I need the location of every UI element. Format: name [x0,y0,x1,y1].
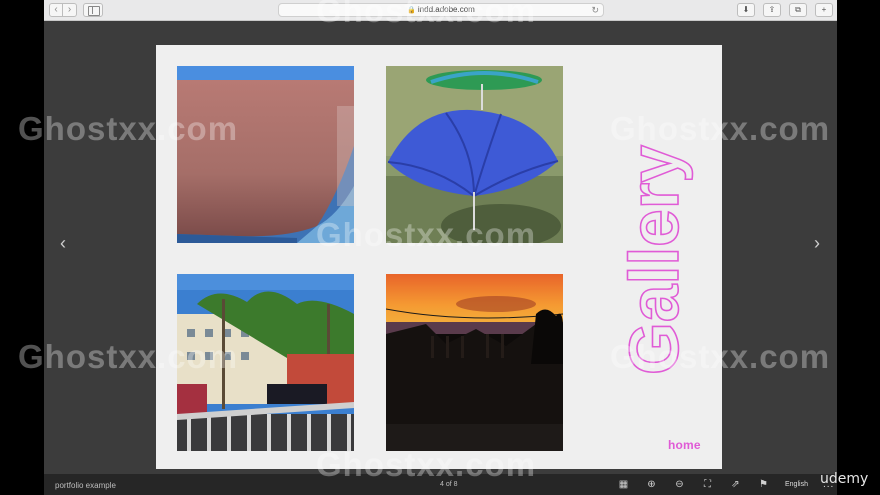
fullscreen-icon[interactable]: ⛶ [701,478,714,491]
language-selector[interactable]: English [785,481,808,488]
umbrellas-photo [386,66,563,243]
udemy-logo: udemy [820,471,869,487]
home-link[interactable]: home [668,438,701,452]
drink-photo [177,66,354,243]
share-icon[interactable]: ⇗ [729,478,742,491]
sunset-photo [386,274,563,451]
browser-toolbar: ‹ › 🔒 indd.adobe.com ↻ ⬇ ⇪ ⧉ + [44,0,837,21]
zoom-in-icon[interactable]: ⊕ [645,478,658,491]
new-tab-icon[interactable]: + [815,3,833,17]
zoom-out-icon[interactable]: ⊖ [673,478,686,491]
downloads-icon[interactable]: ⬇ [737,3,755,17]
document-viewer: ‹ › Gallery home [44,21,837,474]
next-page-arrow[interactable]: › [810,233,824,253]
share-icon[interactable]: ⇪ [763,3,781,17]
previous-page-arrow[interactable]: ‹ [56,233,70,253]
grid-view-icon[interactable]: ▦ [617,478,630,491]
document-page: Gallery home [156,45,722,469]
sidebar-toggle-button[interactable] [83,3,103,17]
page-counter: 4 of 8 [440,481,458,488]
document-title: portfolio example [55,481,116,490]
gallery-title-text: Gallery [616,145,693,375]
lock-icon: 🔒 [407,7,416,14]
nav-buttons: ‹ › [49,3,77,17]
tabs-icon[interactable]: ⧉ [789,3,807,17]
gallery-title: Gallery [614,141,696,376]
forward-button[interactable]: › [63,3,77,17]
back-button[interactable]: ‹ [49,3,63,17]
reload-icon[interactable]: ↻ [591,4,599,16]
address-bar[interactable]: 🔒 indd.adobe.com ↻ [278,3,604,17]
flag-icon[interactable]: ⚑ [757,478,770,491]
viewer-toolbar: portfolio example 4 of 8 ▦ ⊕ ⊖ ⛶ ⇗ ⚑ Eng… [44,474,837,495]
url-text: indd.adobe.com [417,5,475,14]
palm-street-photo [177,274,354,451]
